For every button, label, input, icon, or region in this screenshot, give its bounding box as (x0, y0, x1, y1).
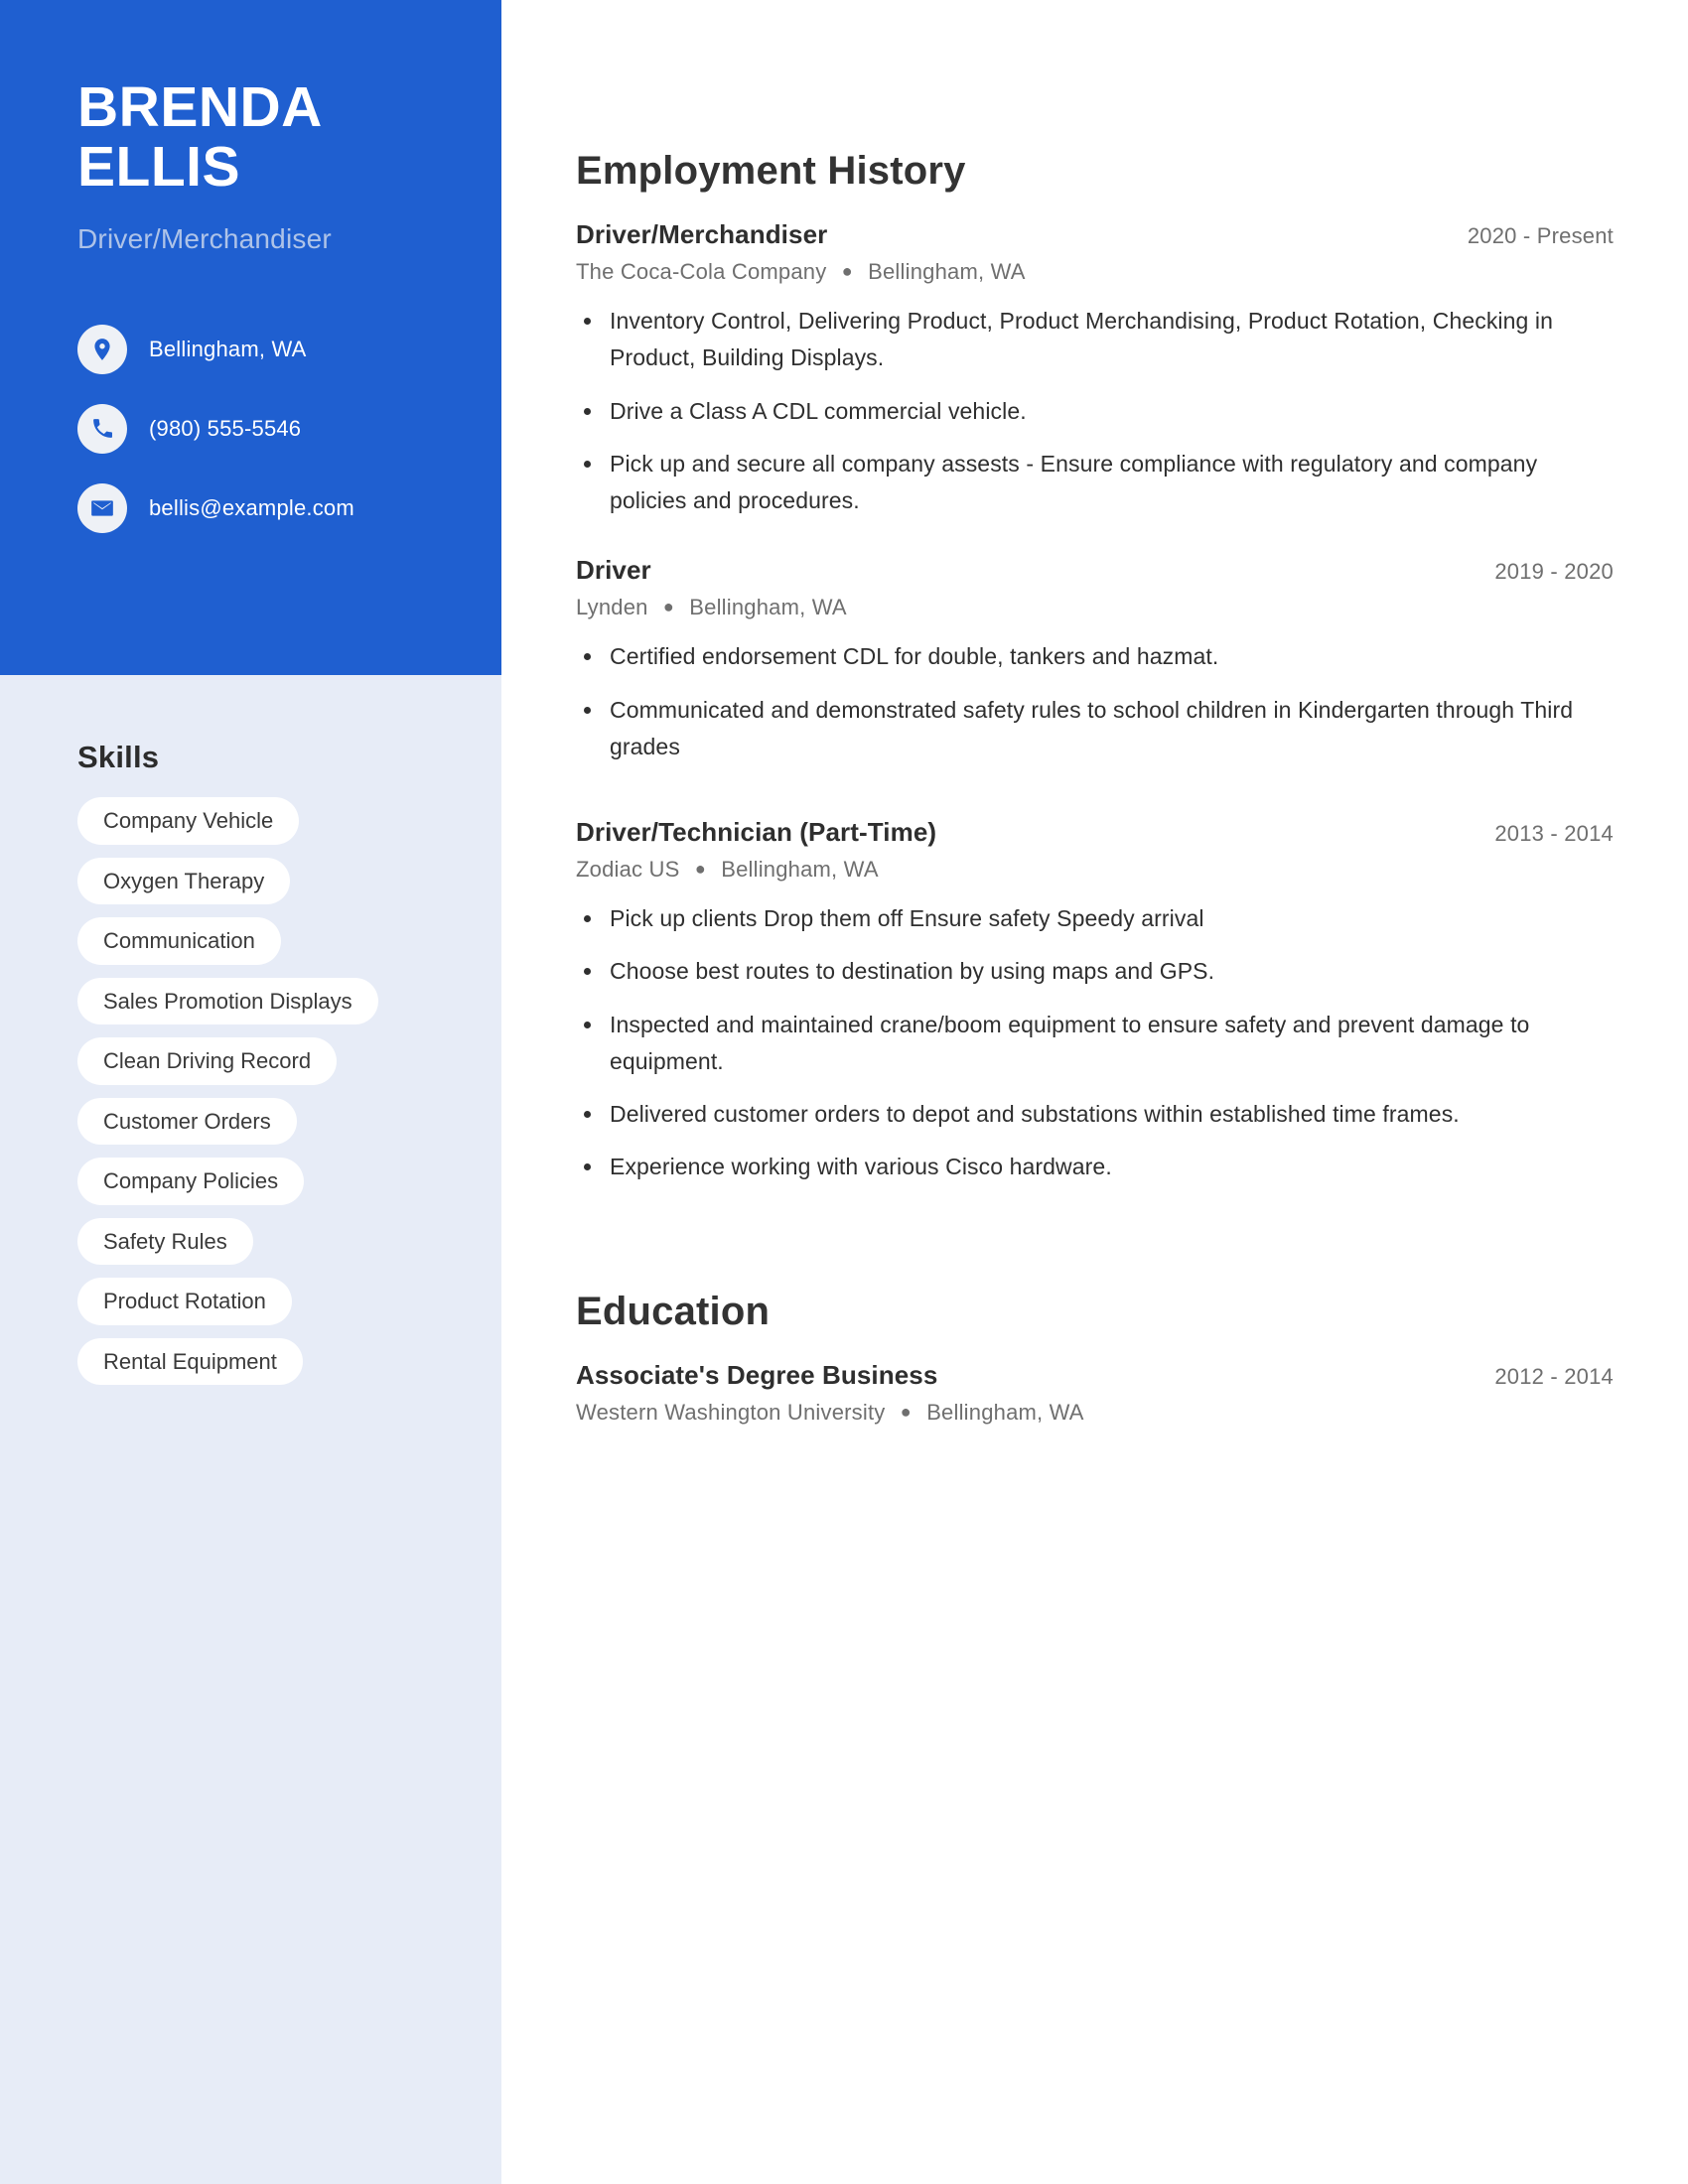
skill-pill: Safety Rules (77, 1217, 253, 1265)
headline: Driver/Merchandiser (77, 222, 332, 254)
entry-meta: Lynden ● Bellingham, WA (576, 595, 1614, 620)
entry-location: Bellingham, WA (721, 857, 879, 882)
page-title: BRENDA ELLIS (77, 77, 432, 198)
list-item: Pick up and secure all company assests -… (576, 446, 1614, 520)
main-content: Employment History Driver/Merchandiser 2… (501, 0, 1688, 2184)
sidebar-header: BRENDA ELLIS Driver/Merchandiser Belling… (0, 0, 501, 675)
list-item: Drive a Class A CDL commercial vehicle. (576, 393, 1614, 430)
first-name: BRENDA (77, 75, 323, 139)
list-item: Certified endorsement CDL for double, ta… (576, 638, 1614, 675)
meta-separator-dot-icon: ● (662, 597, 674, 617)
skill-pill: Company Policies (77, 1158, 305, 1205)
skill-pill: Oxygen Therapy (77, 857, 291, 904)
list-item: Pick up clients Drop them off Ensure saf… (576, 900, 1614, 937)
phone-icon (77, 403, 127, 454)
skill-pill: Rental Equipment (77, 1337, 303, 1385)
education-degree: Associate's Degree Business (576, 1359, 938, 1390)
skill-pill: Product Rotation (77, 1278, 292, 1325)
skills-section: Skills Company Vehicle Oxygen Therapy Co… (0, 675, 501, 1385)
list-item: Communicated and demonstrated safety rul… (576, 692, 1614, 766)
list-item: Delivered customer orders to depot and s… (576, 1096, 1614, 1133)
contact-email-text: bellis@example.com (149, 494, 354, 520)
entry-company: Lynden (576, 595, 648, 620)
entry-location: Bellingham, WA (689, 595, 847, 620)
contact-location-text: Bellingham, WA (149, 336, 307, 361)
list-item: Inventory Control, Delivering Product, P… (576, 303, 1614, 377)
contact-phone-text: (980) 555-5546 (149, 415, 302, 441)
last-name: ELLIS (77, 135, 241, 200)
meta-separator-dot-icon: ● (900, 1401, 912, 1422)
list-item: Choose best routes to destination by usi… (576, 953, 1614, 990)
contact-item-location: Bellingham, WA (77, 324, 432, 374)
list-item: Inspected and maintained crane/boom equi… (576, 1007, 1614, 1081)
employment-history-heading: Employment History (576, 149, 966, 193)
contact-item-email: bellis@example.com (77, 482, 432, 533)
education-school: Western Washington University (576, 1399, 886, 1425)
entry-header: Driver/Technician (Part-Time) 2013 - 201… (576, 817, 1614, 848)
employment-entry: Driver/Merchandiser 2020 - Present The C… (576, 219, 1614, 519)
resume-page: BRENDA ELLIS Driver/Merchandiser Belling… (0, 0, 1688, 2184)
meta-separator-dot-icon: ● (841, 261, 853, 281)
entry-role: Driver/Technician (Part-Time) (576, 817, 937, 847)
entry-bullets: Pick up clients Drop them off Ensure saf… (576, 900, 1614, 1186)
entry-company: Zodiac US (576, 857, 680, 882)
education-entry: Associate's Degree Business 2012 - 2014 … (576, 1360, 1614, 1426)
entry-dates: 2013 - 2014 (1494, 821, 1614, 846)
entry-role: Driver (576, 555, 651, 586)
entry-role: Driver/Merchandiser (576, 219, 828, 249)
location-pin-icon (77, 324, 127, 374)
envelope-icon (77, 482, 127, 533)
employment-entry: Driver 2019 - 2020 Lynden ● Bellingham, … (576, 555, 1614, 765)
education-dates: 2012 - 2014 (1494, 1363, 1614, 1389)
skill-pill: Clean Driving Record (77, 1037, 338, 1085)
education-heading: Education (576, 1289, 771, 1333)
entry-meta: The Coca-Cola Company ● Bellingham, WA (576, 259, 1614, 285)
skill-list: Company Vehicle Oxygen Therapy Communica… (77, 797, 462, 1385)
list-item: Experience working with various Cisco ha… (576, 1149, 1614, 1185)
entry-meta: Western Washington University ● Bellingh… (576, 1400, 1614, 1426)
skill-pill: Communication (77, 917, 281, 965)
entry-dates: 2019 - 2020 (1494, 559, 1614, 585)
entry-dates: 2020 - Present (1467, 223, 1614, 248)
sidebar: BRENDA ELLIS Driver/Merchandiser Belling… (0, 0, 501, 2184)
skill-pill: Company Vehicle (77, 797, 300, 845)
entry-location: Bellingham, WA (868, 259, 1026, 284)
skill-pill: Sales Promotion Displays (77, 977, 378, 1024)
entry-meta: Zodiac US ● Bellingham, WA (576, 857, 1614, 883)
entry-header: Driver 2019 - 2020 (576, 555, 1614, 586)
entry-header: Driver/Merchandiser 2020 - Present (576, 219, 1614, 250)
skill-pill: Customer Orders (77, 1097, 297, 1145)
entry-company: The Coca-Cola Company (576, 259, 827, 284)
skills-heading: Skills (77, 740, 160, 774)
entry-bullets: Certified endorsement CDL for double, ta… (576, 638, 1614, 765)
education-location: Bellingham, WA (926, 1399, 1084, 1425)
employment-entry: Driver/Technician (Part-Time) 2013 - 201… (576, 817, 1614, 1186)
contact-item-phone: (980) 555-5546 (77, 403, 432, 454)
meta-separator-dot-icon: ● (694, 859, 706, 879)
entry-header: Associate's Degree Business 2012 - 2014 (576, 1360, 1614, 1391)
contact-list: Bellingham, WA (980) 555-5546 bellis@exa… (77, 324, 432, 533)
entry-bullets: Inventory Control, Delivering Product, P… (576, 303, 1614, 519)
